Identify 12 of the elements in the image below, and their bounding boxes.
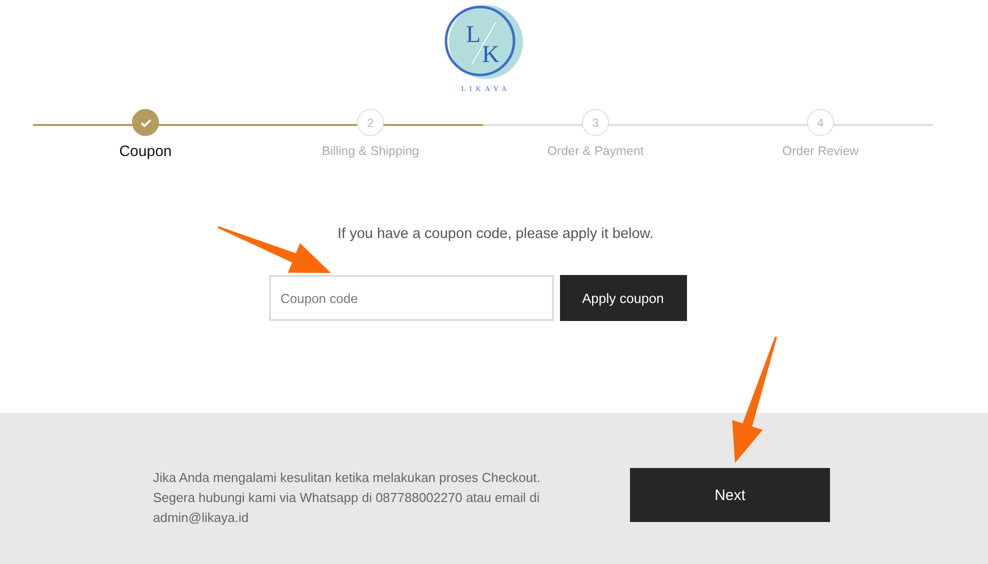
next-button[interactable]: Next <box>630 468 830 522</box>
step-number: 2 <box>357 109 384 136</box>
logo-letter: L <box>466 22 481 48</box>
apply-coupon-button[interactable]: Apply coupon <box>560 275 686 321</box>
step-label[interactable]: Coupon <box>119 143 172 160</box>
step-number: 3 <box>582 109 609 136</box>
logo-icon <box>444 5 523 79</box>
coupon-prompt: If you have a coupon code, please apply it below. <box>338 226 654 242</box>
logo-letter: K <box>482 42 500 68</box>
coupon-code-field[interactable]: Coupon code <box>268 275 554 321</box>
help-text: Jika Anda mengalami kesulitan ketika melakukan proses Checkout. Segera hubungi kami via Whatsapp di 087788002270 atau email di admin@likaya.id <box>153 469 542 527</box>
step-number: 4 <box>807 109 834 136</box>
